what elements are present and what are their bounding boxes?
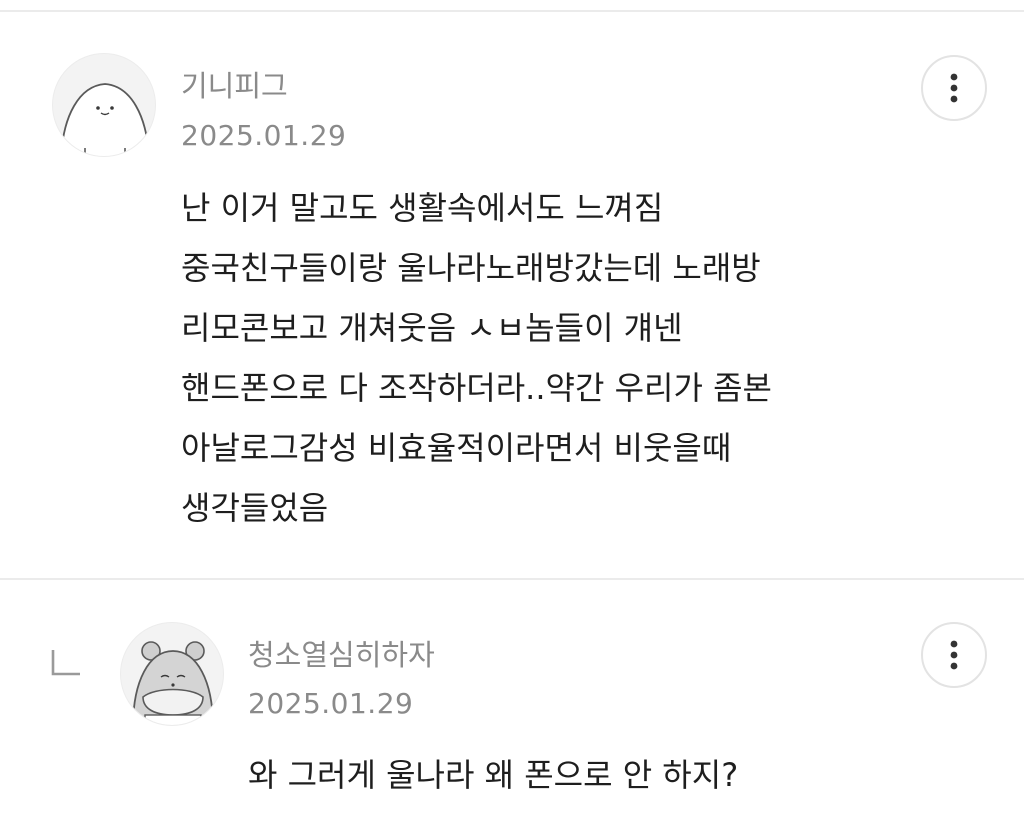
more-vertical-icon <box>950 73 958 103</box>
comment-thread: 기니피그 2025.01.29 난 이거 말고도 생활속에서도 느껴짐 중국친구… <box>0 0 1024 835</box>
hamster-avatar-icon <box>132 641 214 725</box>
more-vertical-icon <box>950 640 958 670</box>
comment-body: 난 이거 말고도 생활속에서도 느껴짐 중국친구들이랑 울나라노래방갔는데 노래… <box>181 178 772 538</box>
more-options-button[interactable] <box>921 55 987 121</box>
reply-item: 청소열심히하자 2025.01.29 와 그러게 울나라 왜 폰으로 안 하지? <box>0 580 1024 835</box>
cat-face-avatar-icon <box>60 83 150 156</box>
comment-date: 2025.01.29 <box>248 687 414 720</box>
comment-body-line: 중국친구들이랑 울나라노래방갔는데 노래방 <box>181 249 761 287</box>
comment-body-line: 난 이거 말고도 생활속에서도 느껴짐 <box>181 189 664 227</box>
comment-body-line: 생각들었음 <box>181 489 329 527</box>
comment-body-line: 리모콘보고 개쳐웃음 ㅅㅂ놈들이 걔넨 <box>181 309 683 347</box>
comment-body: 와 그러게 울나라 왜 폰으로 안 하지? <box>248 745 738 805</box>
reply-arrow-icon <box>51 650 80 676</box>
avatar[interactable] <box>52 53 156 157</box>
avatar[interactable] <box>120 622 224 726</box>
comment-author[interactable]: 기니피그 <box>181 68 288 104</box>
comment-item: 기니피그 2025.01.29 난 이거 말고도 생활속에서도 느껴짐 중국친구… <box>0 0 1024 578</box>
more-options-button[interactable] <box>921 622 987 688</box>
comment-body-line: 아날로그감성 비효율적이라면서 비웃을때 <box>181 429 732 467</box>
comment-date: 2025.01.29 <box>181 119 347 152</box>
comment-body-line: 와 그러게 울나라 왜 폰으로 안 하지? <box>248 756 739 794</box>
comment-body-line: 핸드폰으로 다 조작하더라..약간 우리가 좀본 <box>181 369 772 407</box>
comment-author[interactable]: 청소열심히하자 <box>248 637 435 673</box>
